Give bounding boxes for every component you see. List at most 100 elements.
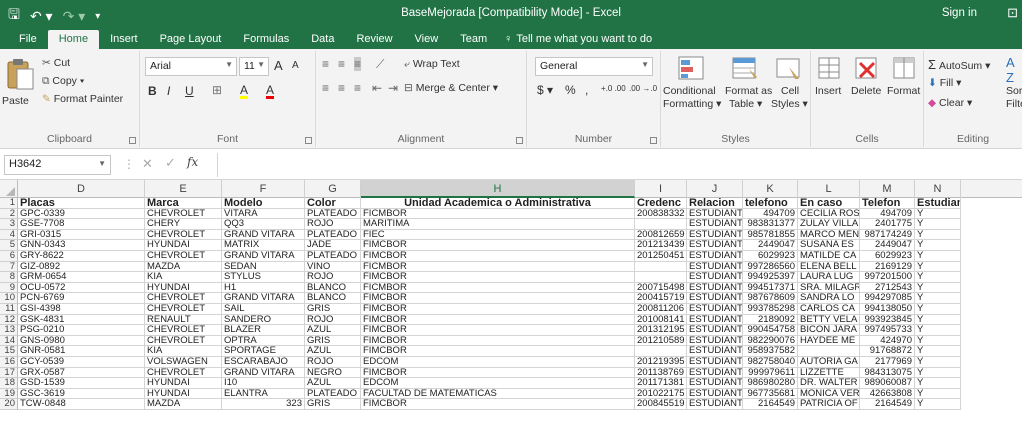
copy-button[interactable]: ⧉ Copy ▾ (42, 75, 84, 88)
cell[interactable]: GSD-1539 (18, 378, 145, 389)
tab-review[interactable]: Review (345, 30, 403, 49)
italic-button[interactable]: I (167, 84, 170, 98)
currency-button[interactable]: $ ▾ (537, 83, 553, 97)
cell[interactable]: 993785298 (743, 304, 798, 315)
cell[interactable]: 2164549 (860, 399, 915, 410)
cell[interactable]: 2449047 (743, 240, 798, 251)
cell[interactable]: PSG-0210 (18, 325, 145, 336)
cell[interactable]: ZULAY VILLA (798, 219, 860, 230)
cell[interactable]: Y (915, 357, 961, 368)
conditional-formatting-button[interactable]: Conditional Formatting ▾ (661, 51, 721, 131)
row-header[interactable]: 4 (0, 229, 18, 241)
cell[interactable]: 984313075 (860, 367, 915, 379)
cell[interactable]: GRX-0587 (18, 367, 145, 379)
cell[interactable]: ESTUDIANTI (687, 304, 743, 315)
cell[interactable]: FACULTAD DE MATEMATICAS (361, 388, 635, 400)
cell[interactable]: ESTUDIANTI (687, 251, 743, 262)
cell[interactable]: 2449047 (860, 240, 915, 251)
tab-view[interactable]: View (404, 30, 450, 49)
cell[interactable]: CHEVROLET (145, 325, 222, 336)
cell[interactable]: VOLSWAGEN (145, 357, 222, 368)
cell[interactable]: FIMCBOR (361, 346, 635, 357)
cell[interactable]: ESCARABAJO (222, 357, 305, 368)
cell[interactable]: H1 (222, 282, 305, 294)
paste-button[interactable]: Paste (2, 55, 36, 115)
cell[interactable]: MAZDA (145, 261, 222, 273)
cell[interactable]: 994297085 (860, 293, 915, 304)
cell[interactable]: Y (915, 388, 961, 400)
cell[interactable]: FIMCBOR (361, 251, 635, 262)
cell[interactable]: 200812659 (635, 229, 687, 241)
cell[interactable]: 494709 (743, 208, 798, 220)
column-header-f[interactable]: F (222, 180, 305, 198)
cell[interactable]: ESTUDIANTI (687, 229, 743, 241)
column-header-d[interactable]: D (18, 180, 145, 198)
cell[interactable]: 2189092 (743, 314, 798, 326)
cell[interactable]: MARITIMA (361, 219, 635, 230)
column-header-i[interactable]: I (635, 180, 687, 198)
cell[interactable]: VINO (305, 261, 361, 273)
row-header[interactable]: 16 (0, 356, 18, 368)
column-header-h[interactable]: H (361, 180, 635, 198)
cell[interactable]: GSC-3619 (18, 388, 145, 400)
insert-cells-button[interactable]: Insert (811, 51, 847, 111)
cell[interactable]: 201250451 (635, 251, 687, 262)
cell[interactable]: 993923845 (860, 314, 915, 326)
formula-input[interactable] (217, 153, 1022, 177)
cell[interactable]: MATILDE CA (798, 251, 860, 262)
cell[interactable]: BETTY VELA (798, 314, 860, 326)
orientation-icon[interactable]: ⟋ (376, 57, 384, 72)
cell[interactable]: Y (915, 293, 961, 304)
cell[interactable]: FICMBOR (361, 208, 635, 220)
cell[interactable]: FIMCBOR (361, 272, 635, 283)
cell[interactable]: 201171381 (635, 378, 687, 389)
cell[interactable] (798, 346, 860, 357)
cell[interactable]: Y (915, 378, 961, 389)
cell[interactable]: SANDRA LO (798, 293, 860, 304)
number-format-combo[interactable]: General ▼ (535, 57, 653, 76)
cell[interactable]: ROJO (305, 357, 361, 368)
borders-icon[interactable]: ⊞ (212, 83, 222, 97)
cell[interactable]: JADE (305, 240, 361, 251)
cell[interactable]: Y (915, 240, 961, 251)
cell[interactable]: 200715498 (635, 282, 687, 294)
row-header[interactable]: 2 (0, 208, 18, 220)
cell[interactable]: GRAND VITARA (222, 293, 305, 304)
cell[interactable]: MARCO MEN (798, 229, 860, 241)
cell[interactable]: 967735681 (743, 388, 798, 400)
align-top-icon[interactable]: ≡ (322, 57, 329, 71)
comma-button[interactable]: , (585, 83, 588, 97)
cell[interactable]: KIA (145, 346, 222, 357)
insert-function-icon[interactable]: fx (187, 155, 198, 169)
cell[interactable]: Y (915, 282, 961, 294)
cell[interactable]: GPC-0339 (18, 208, 145, 220)
cell[interactable]: 982758040 (743, 357, 798, 368)
cell[interactable]: ESTUDIANTI (687, 261, 743, 273)
cell[interactable]: 2164549 (743, 399, 798, 410)
cell[interactable]: GSI-4398 (18, 304, 145, 315)
cell[interactable]: ROJO (305, 272, 361, 283)
cell[interactable]: Y (915, 219, 961, 230)
cell[interactable]: CHEVROLET (145, 367, 222, 379)
align-middle-icon[interactable]: ≡ (338, 57, 345, 71)
cell[interactable]: I10 (222, 378, 305, 389)
grow-font-button[interactable]: A (274, 58, 283, 73)
cell[interactable]: Y (915, 208, 961, 220)
cell[interactable]: BLANCO (305, 282, 361, 294)
cell[interactable]: SEDAN (222, 261, 305, 273)
cell[interactable]: CHEVROLET (145, 293, 222, 304)
header-cell[interactable]: Telefon (860, 198, 915, 209)
column-header-g[interactable]: G (305, 180, 361, 198)
cancel-icon[interactable]: ✕ (142, 156, 153, 172)
cell[interactable]: FIMCBOR (361, 367, 635, 379)
column-header-m[interactable]: M (860, 180, 915, 198)
tab-file[interactable]: File (8, 30, 48, 49)
column-header-e[interactable]: E (145, 180, 222, 198)
cell[interactable]: 997201500 (860, 272, 915, 283)
cell[interactable]: TCW-0848 (18, 399, 145, 410)
cell[interactable]: Y (915, 229, 961, 241)
header-cell[interactable]: Color (305, 198, 361, 209)
cell[interactable]: 958937582 (743, 346, 798, 357)
header-cell[interactable]: Credenc (635, 198, 687, 209)
cell[interactable]: FIMCBOR (361, 399, 635, 410)
